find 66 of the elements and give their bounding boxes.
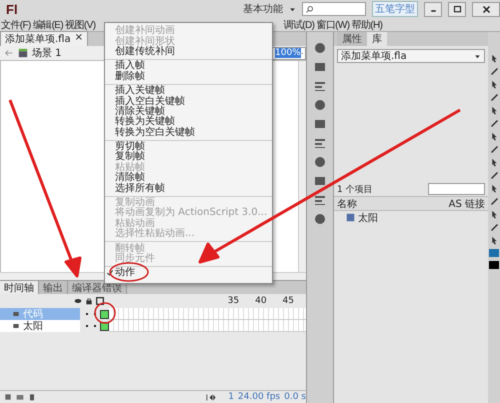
layer-row[interactable]: 太阳 [0,320,80,332]
library-item[interactable]: 太阳 [334,211,488,224]
context-menu-item[interactable]: 动作 [105,268,272,279]
context-menu-item[interactable]: 复制帧 [105,152,272,163]
eye-icon[interactable] [74,297,82,305]
menu-item[interactable]: 窗口(W) [316,18,350,32]
menu-item[interactable]: 编辑(E) [32,18,64,32]
back-arrow-icon[interactable] [4,48,14,58]
app-logo: Fl [6,2,18,16]
menu-item[interactable]: 调试(D) [283,18,314,32]
context-menu-item[interactable]: 转换为关键帧 [105,117,272,128]
document-tab[interactable]: 添加菜单项.fla × [0,31,88,46]
context-menu-item[interactable]: 删除帧 [105,72,272,82]
context-menu-item[interactable]: 插入空白关键帧 [105,96,272,107]
caret-icon[interactable] [289,6,296,12]
context-menu-item[interactable]: 创建传统补间 [105,46,272,58]
scene-label: 场景 1 [32,46,62,60]
close-button[interactable] [472,2,500,16]
elapsed-time: 0.0 s [284,392,306,402]
panel-tab[interactable]: 输出 [39,281,68,294]
frame-number: 35 [228,296,240,306]
stroke-color-swatch[interactable] [489,249,499,257]
library-search-field[interactable] [428,183,485,195]
menu-item[interactable]: 帮助(H) [351,18,382,32]
panel-tab[interactable]: 属性 [337,32,367,46]
vertical-scrollbar[interactable] [298,61,306,272]
panel-tab[interactable]: 时间轴 [0,281,39,294]
annotation-circle [94,302,116,324]
maximize-icon[interactable] [452,4,462,14]
checkmark-icon[interactable] [106,269,114,278]
search-icon[interactable] [305,4,314,14]
folder-icon[interactable] [16,393,24,401]
column-header[interactable]: 名称 [337,197,357,210]
frame-number: 40 [255,296,267,306]
new-layer-icon[interactable] [4,393,12,401]
annotation-circle [109,262,149,282]
info-icon[interactable] [314,99,326,111]
outline-color-swatch[interactable] [100,310,109,318]
context-menu-item[interactable]: 转换为空白关键帧 [105,128,272,138]
align-icon[interactable] [314,80,326,92]
context-menu-item[interactable]: 选择所有帧 [105,183,272,194]
column-header[interactable]: AS 链接 [448,197,485,210]
search-field[interactable] [302,2,366,16]
caret-icon[interactable] [474,52,481,60]
context-menu-item[interactable]: 清除帧 [105,173,272,184]
fill-color-swatch[interactable] [489,261,499,269]
item-count: 1 个项目 [337,184,373,196]
workspace-menu[interactable]: 基本功能 [243,2,283,16]
maximize-button[interactable] [448,2,466,16]
current-frame: 1 [228,392,234,402]
symbol-icon[interactable] [346,213,355,222]
menu-item[interactable]: 视图(V) [65,18,96,32]
library-dropdown[interactable]: 添加菜单项.fla [337,49,485,63]
clapperboard-icon[interactable] [18,48,28,58]
panel-tab[interactable]: 库 [367,32,387,46]
context-menu-item[interactable]: 插入帧 [105,61,272,72]
trash-icon[interactable] [28,393,36,401]
frame-number: 45 [282,296,294,306]
frame-rate: 24.00 fps [238,392,280,402]
ime-indicator: 五笔字型 [372,1,418,17]
close-icon[interactable] [482,4,490,14]
menu-item[interactable]: 文件(F) [1,18,31,32]
context-menu-item[interactable]: 插入关键帧 [105,86,272,96]
outline-icon[interactable] [96,297,104,305]
lock-icon[interactable] [85,297,93,305]
zoom-dropdown[interactable]: 100% [272,46,306,60]
